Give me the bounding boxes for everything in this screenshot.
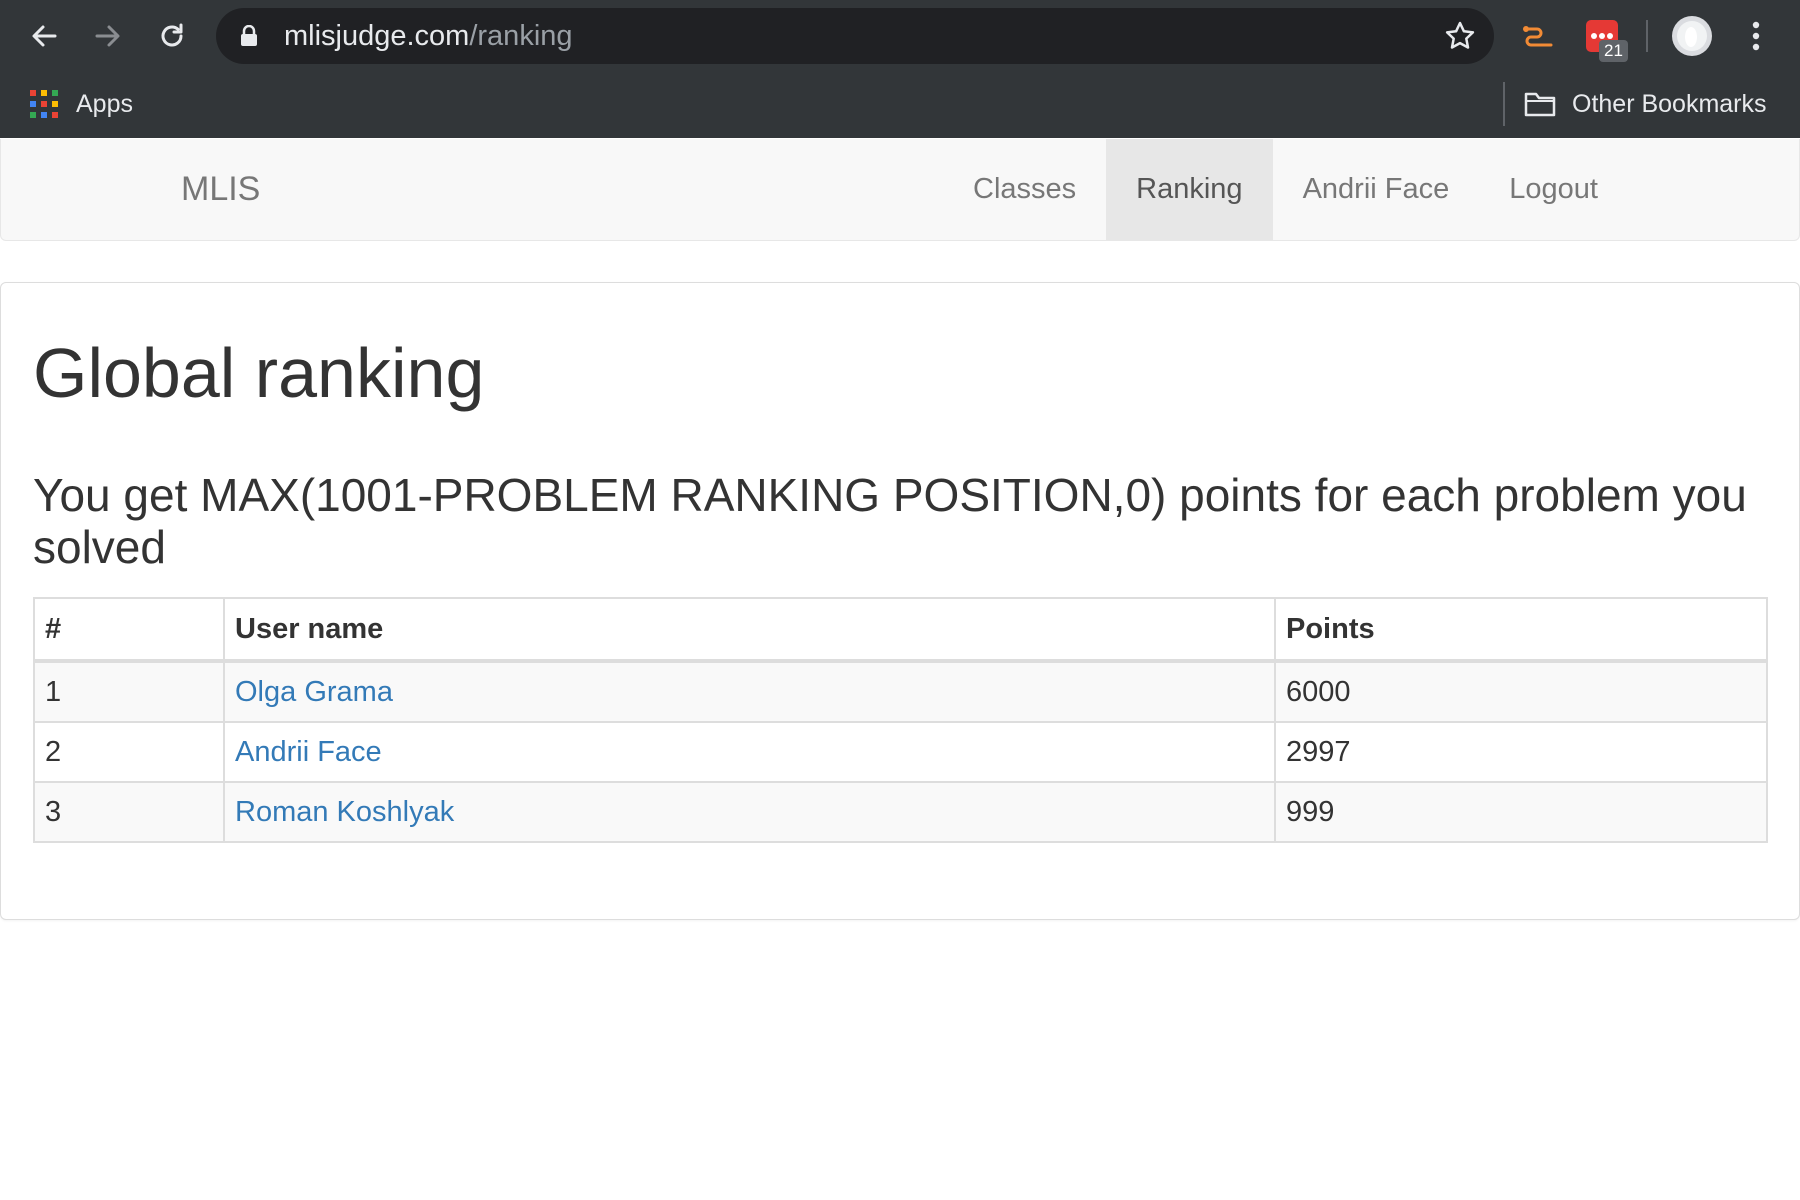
browser-menu-button[interactable] [1734, 14, 1778, 58]
profile-button[interactable] [1670, 14, 1714, 58]
table-row: 3 Roman Koshlyak 999 [33, 781, 1768, 843]
folder-icon [1524, 92, 1556, 117]
apps-grid-icon [30, 90, 58, 118]
ranking-panel: Global ranking You get MAX(1001-PROBLEM … [0, 282, 1800, 920]
user-cell: Roman Koshlyak [223, 781, 1276, 843]
table-row: 2 Andrii Face 2997 [33, 721, 1768, 783]
route-extension-icon [1523, 26, 1553, 47]
points-cell: 999 [1274, 781, 1768, 843]
apps-label: Apps [76, 89, 133, 118]
page-title: Global ranking [33, 334, 485, 412]
bookmarks-bar: Apps Other Bookmarks [0, 72, 1800, 138]
nav-logout[interactable]: Logout [1479, 139, 1628, 240]
ranking-table: # User name Points 1 Olga Grama 6000 2 A… [33, 597, 1768, 843]
other-bookmarks-label: Other Bookmarks [1572, 89, 1767, 118]
user-cell: Olga Grama [223, 660, 1276, 723]
user-cell: Andrii Face [223, 721, 1276, 783]
toolbar-divider [1646, 20, 1648, 52]
header-rank: # [33, 597, 225, 663]
bookmark-star-icon[interactable] [1444, 20, 1476, 52]
rank-cell: 1 [33, 660, 225, 723]
nav-user-profile[interactable]: Andrii Face [1273, 139, 1480, 240]
more-menu-icon [1752, 21, 1760, 51]
back-arrow-icon [32, 25, 57, 47]
table-row: 1 Olga Grama 6000 [33, 660, 1768, 723]
nav-links: Classes Ranking Andrii Face Logout [943, 139, 1628, 240]
reload-button[interactable] [150, 14, 194, 58]
scoring-rule: You get MAX(1001-PROBLEM RANKING POSITIO… [33, 469, 1747, 573]
browser-toolbar: mlisjudge.com/ranking 21 [0, 0, 1800, 72]
url-text: mlisjudge.com/ranking [284, 21, 573, 51]
site-brand[interactable]: MLIS [181, 169, 260, 209]
points-cell: 6000 [1274, 660, 1768, 723]
user-link[interactable]: Andrii Face [235, 736, 382, 768]
user-link[interactable]: Roman Koshlyak [235, 796, 454, 828]
other-bookmarks[interactable]: Other Bookmarks [1524, 86, 1767, 122]
reload-icon [161, 23, 183, 47]
url-domain: mlisjudge.com [284, 20, 470, 52]
lock-icon [241, 25, 257, 46]
apps-bookmark[interactable]: Apps [30, 86, 133, 122]
back-button[interactable] [22, 14, 66, 58]
header-user-name: User name [223, 597, 1276, 663]
forward-arrow-icon [95, 25, 120, 47]
browser-chrome: mlisjudge.com/ranking 21 Apps Other Book… [0, 0, 1800, 138]
rank-cell: 3 [33, 781, 225, 843]
site-navbar: MLIS Classes Ranking Andrii Face Logout [0, 139, 1800, 241]
bookmarks-divider [1503, 82, 1505, 126]
route-extension-button[interactable] [1516, 14, 1560, 58]
table-header-row: # User name Points [33, 597, 1768, 663]
header-points: Points [1274, 597, 1768, 663]
url-path: /ranking [469, 20, 573, 52]
extension-badge: 21 [1599, 40, 1628, 62]
points-cell: 2997 [1274, 721, 1768, 783]
forward-button[interactable] [86, 14, 130, 58]
rank-cell: 2 [33, 721, 225, 783]
address-bar[interactable]: mlisjudge.com/ranking [216, 8, 1494, 64]
nav-ranking[interactable]: Ranking [1106, 139, 1273, 240]
nav-classes[interactable]: Classes [943, 139, 1106, 240]
profile-avatar-icon [1672, 16, 1712, 56]
user-link[interactable]: Olga Grama [235, 676, 393, 708]
